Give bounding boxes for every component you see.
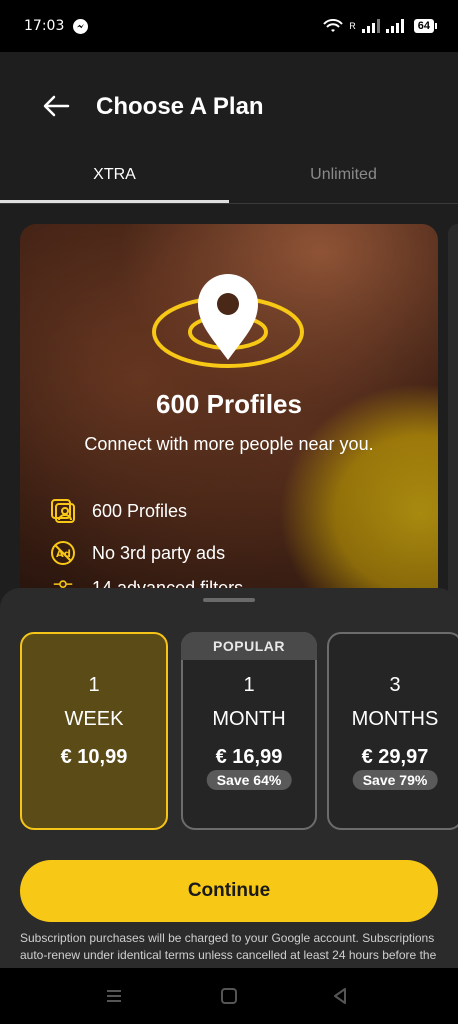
feature-label: 600 Profiles <box>92 500 188 521</box>
continue-button[interactable]: Continue <box>20 860 438 922</box>
list-item: Ad No 3rd party ads <box>50 532 243 574</box>
card-title: 600 Profiles <box>156 389 302 419</box>
page-title: Choose A Plan <box>96 93 264 120</box>
plan-number: 1 <box>88 674 100 696</box>
no-ads-icon: Ad <box>51 541 75 565</box>
next-card-peek[interactable] <box>448 224 458 644</box>
back-arrow-icon[interactable] <box>40 90 72 122</box>
card-subtitle: Connect with more people near you. <box>84 434 374 454</box>
plan-option-1-week[interactable]: 1 WEEK € 10,99 <box>20 632 168 830</box>
plan-price: € 10,99 <box>60 746 128 768</box>
home-icon[interactable] <box>219 986 239 1006</box>
plan-number: 1 <box>243 674 255 696</box>
plan-unit: MONTHS <box>351 708 439 730</box>
signal-icon <box>361 19 380 33</box>
plan-price: € 29,97 <box>361 746 429 768</box>
tab-unlimited[interactable]: Unlimited <box>229 162 458 203</box>
plan-option-3-months[interactable]: 3 MONTHS € 29,97 Save 79% <box>327 632 458 830</box>
tab-xtra[interactable]: XTRA <box>0 162 229 203</box>
app-screen: Choose A Plan XTRA Unlimited 600 Profile… <box>0 52 458 968</box>
feature-card: 600 Profiles Connect with more people ne… <box>20 224 438 644</box>
profiles-icon <box>51 499 75 523</box>
plan-bottom-sheet: 1 WEEK € 10,99 POPULAR 1 MONTH € 16,99 S… <box>0 588 458 968</box>
messenger-icon <box>73 18 89 34</box>
list-item: 600 Profiles <box>50 490 243 532</box>
save-badge: Save 79% <box>352 770 438 790</box>
plan-price: € 16,99 <box>215 746 283 768</box>
popular-badge: POPULAR <box>181 632 317 660</box>
system-nav-bar <box>0 968 458 1024</box>
menu-icon[interactable] <box>104 986 124 1006</box>
plan-number: 3 <box>389 674 401 696</box>
legal-text: Subscription purchases will be charged t… <box>20 931 437 962</box>
plan-tabs: XTRA Unlimited <box>0 162 458 204</box>
status-time: 17:03 <box>24 18 65 34</box>
save-badge: Save 64% <box>206 770 292 790</box>
plan-unit: WEEK <box>64 708 124 730</box>
status-bar: 17:03 R 64 <box>0 0 458 52</box>
location-pin-icon <box>152 274 304 368</box>
plan-option-1-month[interactable]: POPULAR 1 MONTH € 16,99 Save 64% <box>181 632 317 830</box>
signal-icon-2 <box>385 19 404 33</box>
drag-handle[interactable] <box>203 598 255 602</box>
status-icons: R 64 <box>323 18 438 34</box>
header: Choose A Plan <box>0 52 458 162</box>
roaming-indicator: R <box>349 21 356 31</box>
back-icon[interactable] <box>330 986 350 1006</box>
feature-label: No 3rd party ads <box>92 542 226 563</box>
plan-unit: MONTH <box>212 708 286 730</box>
feature-list: 600 Profiles Ad No 3rd party ads 14 adva… <box>50 490 243 598</box>
wifi-icon <box>323 18 343 32</box>
battery-indicator: 64 <box>413 19 438 33</box>
